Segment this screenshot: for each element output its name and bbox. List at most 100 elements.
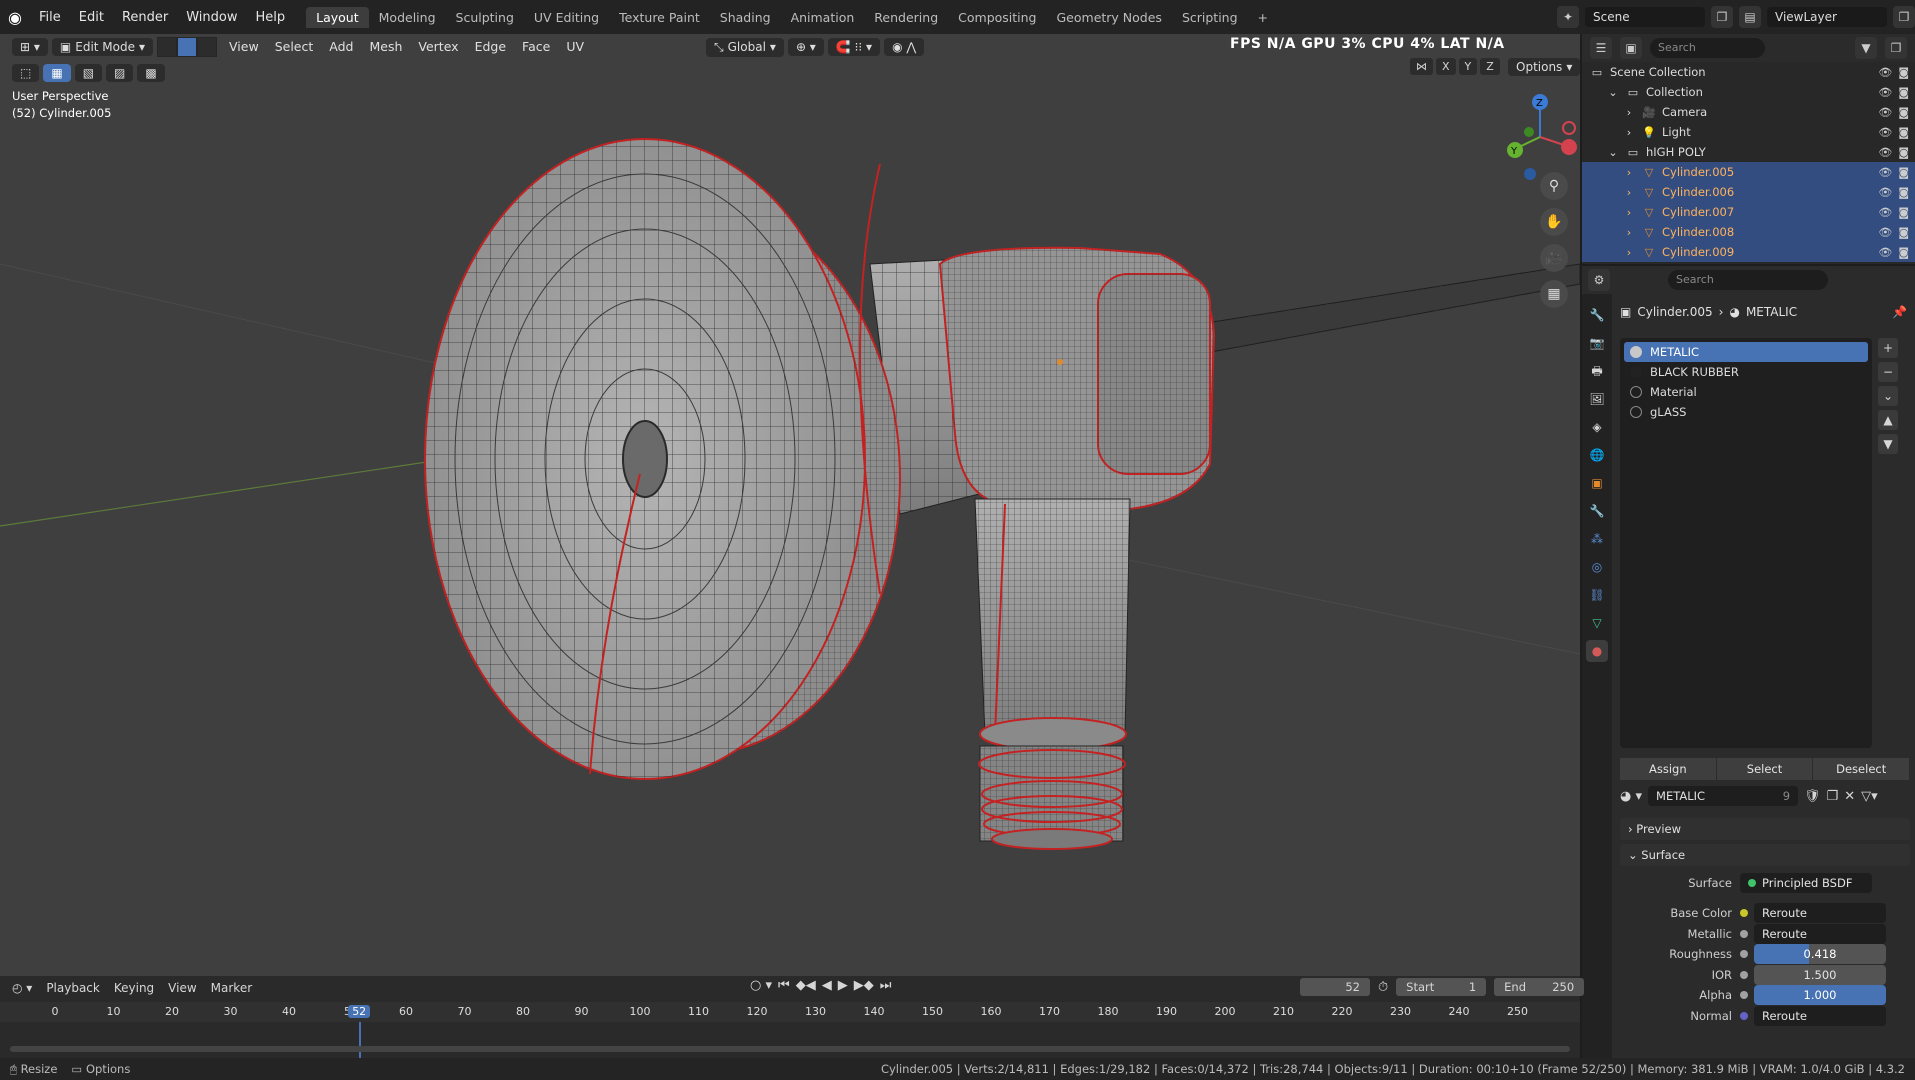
expand-chevron-icon[interactable]: ⌄: [1606, 146, 1620, 159]
tool-tab-icon[interactable]: 🔧: [1586, 304, 1608, 326]
eye-icon[interactable]: 👁: [1878, 126, 1892, 139]
jump-start-icon[interactable]: ⏮: [778, 978, 790, 993]
view-layer-tab-icon[interactable]: 🖼: [1586, 388, 1608, 410]
auto-keying-icon[interactable]: ○ ▾: [750, 978, 772, 993]
add-slot-button[interactable]: +: [1878, 338, 1898, 358]
shader-input-value[interactable]: 1.000: [1754, 985, 1886, 1005]
render-camera-icon[interactable]: ◙: [1898, 126, 1909, 139]
move-slot-up-icon[interactable]: ▲: [1878, 410, 1898, 430]
fake-user-icon[interactable]: 🛡: [1804, 789, 1821, 804]
outliner-editor-icon[interactable]: ☰: [1590, 37, 1612, 59]
tab-compositing[interactable]: Compositing: [948, 7, 1046, 28]
navigation-gizmo[interactable]: Z Y: [1495, 92, 1580, 182]
viewport-menu-mesh[interactable]: Mesh: [361, 39, 410, 54]
add-workspace-button[interactable]: +: [1248, 7, 1278, 28]
outliner-row[interactable]: ▭ Scene Collection 👁 ◙: [1582, 62, 1915, 82]
render-camera-icon[interactable]: ◙: [1898, 146, 1909, 159]
face-select-icon[interactable]: [197, 37, 218, 57]
properties-editor-icon[interactable]: ⚙: [1588, 269, 1610, 291]
play-icon[interactable]: ▶: [838, 978, 848, 993]
render-camera-icon[interactable]: ◙: [1898, 106, 1909, 119]
timeline-menu-view[interactable]: View: [168, 981, 196, 995]
perspective-grid-icon[interactable]: ▦: [1540, 280, 1568, 308]
tab-modeling[interactable]: Modeling: [369, 7, 446, 28]
tab-animation[interactable]: Animation: [781, 7, 865, 28]
expand-chevron-icon[interactable]: ›: [1622, 206, 1636, 219]
options-dropdown[interactable]: Options ▾: [1508, 58, 1580, 76]
surface-shader-field[interactable]: Principled BSDF: [1740, 873, 1872, 893]
menu-file[interactable]: File: [30, 10, 70, 25]
particles-tab-icon[interactable]: ⁂: [1586, 528, 1608, 550]
jump-keyframe-forward-icon[interactable]: ▶◆: [854, 978, 874, 993]
viewport-menu-select[interactable]: Select: [267, 39, 322, 54]
render-tab-icon[interactable]: 📷: [1586, 332, 1608, 354]
material-slot[interactable]: gLASS: [1624, 402, 1868, 422]
browse-material-icon[interactable]: ◕ ▾: [1620, 789, 1642, 804]
material-slot[interactable]: METALIC: [1624, 342, 1868, 362]
output-tab-icon[interactable]: 🖶: [1586, 360, 1608, 382]
timeline-editor-icon[interactable]: ◴ ▾: [12, 981, 32, 995]
link-mode-icon[interactable]: ▽▾: [1861, 789, 1878, 804]
expand-chevron-icon[interactable]: ›: [1622, 186, 1636, 199]
pin-icon[interactable]: 📌: [1892, 305, 1915, 319]
eye-icon[interactable]: 👁: [1878, 146, 1892, 159]
tab-texture-paint[interactable]: Texture Paint: [609, 7, 710, 28]
scene-tab-icon[interactable]: ◈: [1586, 416, 1608, 438]
jump-end-icon[interactable]: ⏭: [880, 978, 892, 993]
expand-chevron-icon[interactable]: ›: [1622, 126, 1636, 139]
world-tab-icon[interactable]: 🌐: [1586, 444, 1608, 466]
assign-button[interactable]: Assign: [1620, 758, 1717, 780]
tab-uv-editing[interactable]: UV Editing: [524, 7, 609, 28]
mode-selector[interactable]: ▣ Edit Mode ▾: [51, 38, 154, 56]
remove-slot-button[interactable]: −: [1878, 362, 1898, 382]
unlink-material-icon[interactable]: ✕: [1844, 789, 1855, 804]
viewport-menu-view[interactable]: View: [221, 39, 267, 54]
expand-chevron-icon[interactable]: ›: [1622, 246, 1636, 259]
eye-icon[interactable]: 👁: [1878, 186, 1892, 199]
tab-scripting[interactable]: Scripting: [1172, 7, 1248, 28]
viewport-menu-vertex[interactable]: Vertex: [410, 39, 466, 54]
shader-input-value[interactable]: Reroute: [1754, 1005, 1886, 1026]
expand-chevron-icon[interactable]: ›: [1622, 226, 1636, 239]
tab-shading[interactable]: Shading: [710, 7, 781, 28]
scene-selector[interactable]: Scene: [1585, 7, 1705, 27]
stopwatch-icon[interactable]: ⏱: [1378, 980, 1388, 995]
duplicate-material-icon[interactable]: ❐: [1827, 789, 1839, 804]
shader-input-value[interactable]: Reroute: [1754, 923, 1886, 944]
constraints-tab-icon[interactable]: ⛓: [1586, 584, 1608, 606]
eye-icon[interactable]: 👁: [1878, 206, 1892, 219]
slot-specials-chevron-icon[interactable]: ⌄: [1878, 386, 1898, 406]
expand-chevron-icon[interactable]: ›: [1622, 166, 1636, 179]
select-button[interactable]: Select: [1716, 758, 1814, 780]
end-frame-field[interactable]: End 250: [1494, 978, 1585, 996]
mirror-icon[interactable]: ⋈: [1410, 58, 1433, 75]
select-new-icon[interactable]: ▦: [43, 64, 71, 82]
eye-icon[interactable]: 👁: [1878, 66, 1892, 79]
select-extend-icon[interactable]: ▧: [74, 64, 103, 82]
new-collection-icon[interactable]: ❐: [1885, 37, 1907, 59]
render-camera-icon[interactable]: ◙: [1898, 166, 1909, 179]
new-scene-icon[interactable]: ❐: [1711, 6, 1733, 28]
eye-icon[interactable]: 👁: [1878, 226, 1892, 239]
render-camera-icon[interactable]: ◙: [1898, 226, 1909, 239]
expand-chevron-icon[interactable]: ›: [1622, 106, 1636, 119]
menu-window[interactable]: Window: [177, 10, 246, 25]
render-camera-icon[interactable]: ◙: [1898, 86, 1909, 99]
render-camera-icon[interactable]: ◙: [1898, 66, 1909, 79]
shader-input-value[interactable]: 0.418: [1754, 944, 1886, 964]
tab-sculpting[interactable]: Sculpting: [446, 7, 524, 28]
eye-icon[interactable]: 👁: [1878, 106, 1892, 119]
current-frame-marker[interactable]: 52: [348, 1005, 371, 1018]
material-name-field[interactable]: METALIC 9: [1648, 786, 1799, 806]
mirror-y-toggle[interactable]: Y: [1458, 58, 1478, 75]
playhead[interactable]: [359, 1022, 362, 1058]
tab-rendering[interactable]: Rendering: [864, 7, 948, 28]
timeline-menu-keying[interactable]: Keying: [114, 981, 154, 995]
mirror-x-toggle[interactable]: X: [1436, 58, 1456, 75]
material-slot[interactable]: Material: [1624, 382, 1868, 402]
outliner-row[interactable]: ⌄ ▭ Collection 👁 ◙: [1582, 82, 1915, 102]
viewport-menu-face[interactable]: Face: [514, 39, 558, 54]
outliner-row[interactable]: › ▽ Cylinder.007 👁 ◙: [1582, 202, 1915, 222]
shader-input-value[interactable]: 1.500: [1754, 964, 1886, 985]
blender-logo-icon[interactable]: ◉: [0, 8, 30, 27]
